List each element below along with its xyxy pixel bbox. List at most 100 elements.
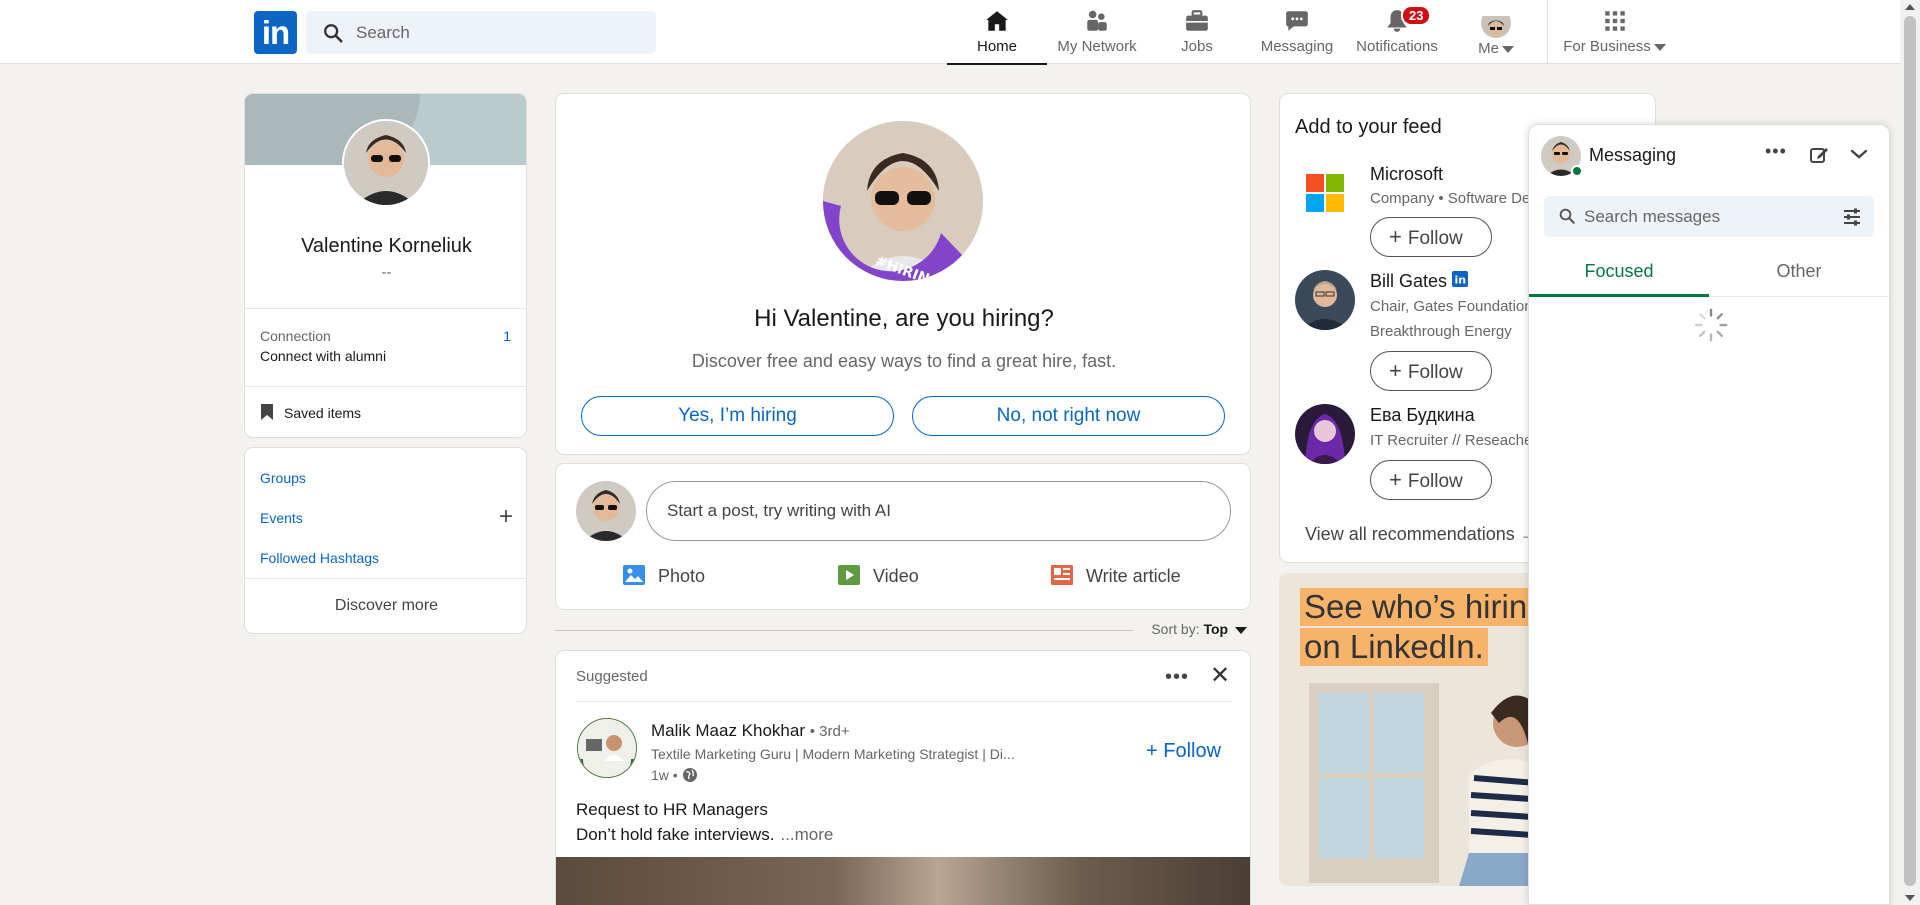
tab-other[interactable]: Other bbox=[1709, 261, 1889, 282]
photo-button[interactable]: Photo bbox=[622, 564, 705, 587]
nav-jobs[interactable]: Jobs bbox=[1147, 0, 1247, 64]
profile-headline: -- bbox=[381, 264, 392, 281]
hiring-subtitle: Discover free and easy ways to find a gr… bbox=[691, 351, 1117, 371]
feed-item-description: Chair, Gates Foundation bbox=[1370, 298, 1533, 315]
see-more-link[interactable]: ...more bbox=[780, 825, 833, 844]
post-author-avatar[interactable] bbox=[577, 718, 637, 778]
composer-avatar[interactable] bbox=[576, 481, 636, 541]
nav-home-label: Home bbox=[976, 38, 1017, 55]
followed-hashtags-link[interactable]: Followed Hashtags bbox=[260, 550, 379, 566]
sort-dropdown[interactable]: Sort by: Top bbox=[1151, 621, 1247, 637]
nav-for-business-label: For Business bbox=[1563, 38, 1651, 55]
view-all-recommendations-link[interactable]: View all recommendations → bbox=[1305, 524, 1538, 545]
plus-icon: + bbox=[1389, 467, 1402, 492]
feed-item-name-text: Bill Gates bbox=[1370, 271, 1448, 291]
plus-icon: + bbox=[1389, 358, 1402, 383]
chevron-down-icon bbox=[1501, 45, 1514, 53]
microsoft-logo[interactable] bbox=[1295, 163, 1355, 223]
divider bbox=[245, 386, 526, 387]
page-scrollbar[interactable] bbox=[1900, 0, 1920, 905]
chevron-down-icon bbox=[1235, 626, 1247, 634]
photo-icon bbox=[623, 565, 645, 585]
notifications-badge: 23 bbox=[1401, 5, 1432, 26]
follow-microsoft-button[interactable]: + Follow bbox=[1370, 217, 1492, 257]
write-article-button[interactable]: Write article bbox=[1050, 564, 1181, 587]
connection-label[interactable]: Connection bbox=[260, 328, 331, 344]
sort-value: Top bbox=[1203, 621, 1229, 637]
events-link[interactable]: Events bbox=[260, 510, 303, 526]
profile-name[interactable]: Valentine Korneliuk bbox=[245, 235, 526, 258]
feed-post: Suggested ••• ✕ Malik Maaz Khokhar • 3rd… bbox=[555, 650, 1251, 905]
nav-messaging[interactable]: Messaging bbox=[1247, 0, 1347, 64]
nav-me[interactable]: Me bbox=[1446, 0, 1546, 64]
chat-icon bbox=[1286, 11, 1308, 31]
saved-items-label: Saved items bbox=[284, 405, 362, 421]
plus-icon: + bbox=[1389, 224, 1402, 249]
post-author-description: Textile Marketing Guru | Modern Marketin… bbox=[651, 746, 1015, 762]
me-avatar bbox=[1481, 8, 1511, 38]
nav-my-network-label: My Network bbox=[1057, 38, 1137, 55]
connect-with-alumni-link[interactable]: Connect with alumni bbox=[260, 348, 386, 364]
author-degree: • 3rd+ bbox=[809, 723, 850, 740]
feed-item-name[interactable]: Microsoft bbox=[1370, 164, 1443, 185]
nav-home[interactable]: Home bbox=[947, 0, 1047, 65]
loading-spinner-icon bbox=[1694, 308, 1728, 342]
post-time: 1w • bbox=[651, 767, 698, 783]
yes-hiring-button[interactable]: Yes, I’m hiring bbox=[581, 396, 894, 436]
feed-item-name[interactable]: Ева Будкина bbox=[1370, 405, 1475, 426]
filter-icon[interactable] bbox=[1842, 207, 1862, 227]
post-text-line-1: Request to HR Managers bbox=[576, 800, 768, 819]
post-author-name[interactable]: Malik Maaz Khokhar • 3rd+ bbox=[651, 721, 850, 741]
eva-budkina-avatar[interactable] bbox=[1295, 404, 1355, 464]
more-options-icon[interactable]: ••• bbox=[1165, 666, 1189, 689]
messages-search-placeholder: Search messages bbox=[1584, 207, 1721, 226]
follow-eva-button[interactable]: + Follow bbox=[1370, 460, 1492, 500]
video-label: Video bbox=[873, 566, 919, 586]
sort-label: Sort by: bbox=[1151, 621, 1200, 637]
add-event-icon[interactable]: + bbox=[499, 503, 513, 531]
sort-bar: Sort by: Top bbox=[555, 621, 1251, 641]
compose-icon[interactable] bbox=[1809, 145, 1829, 165]
nav-for-business[interactable]: For Business bbox=[1562, 0, 1667, 64]
post-image[interactable] bbox=[556, 857, 1250, 905]
saved-items-link[interactable]: Saved items bbox=[260, 403, 361, 421]
profile-avatar[interactable] bbox=[342, 119, 430, 207]
search-input[interactable]: Search bbox=[306, 11, 656, 54]
messages-search-input[interactable]: Search messages bbox=[1544, 196, 1874, 237]
messaging-options-icon[interactable]: ••• bbox=[1765, 141, 1787, 162]
feed-item-description-2: Breakthrough Energy bbox=[1370, 323, 1512, 340]
scrollbar-thumb[interactable] bbox=[1904, 16, 1916, 886]
follow-author-button[interactable]: + Follow bbox=[1146, 740, 1221, 763]
scroll-down-arrow-icon[interactable] bbox=[1905, 895, 1915, 901]
groups-link[interactable]: Groups bbox=[260, 470, 306, 486]
tab-focused[interactable]: Focused bbox=[1529, 261, 1709, 282]
follow-bill-gates-button[interactable]: + Follow bbox=[1370, 351, 1492, 391]
discover-more-button[interactable]: Discover more bbox=[245, 597, 526, 615]
video-button[interactable]: Video bbox=[837, 564, 919, 587]
search-icon bbox=[1559, 208, 1575, 224]
svg-text:in: in bbox=[1455, 274, 1467, 287]
nav-my-network[interactable]: My Network bbox=[1047, 0, 1147, 64]
start-post-input[interactable]: Start a post, try writing with AI bbox=[646, 481, 1231, 541]
close-icon[interactable]: ✕ bbox=[1210, 661, 1230, 690]
write-article-label: Write article bbox=[1086, 566, 1181, 586]
nav-notifications[interactable]: 23 Notifications bbox=[1347, 0, 1447, 64]
chevron-down-icon bbox=[1653, 43, 1666, 51]
feed-card-title: Add to your feed bbox=[1295, 116, 1442, 138]
collapse-chevron-icon[interactable] bbox=[1849, 147, 1869, 161]
article-icon bbox=[1051, 565, 1073, 585]
top-nav: in Search Home My Network Jobs Messaging… bbox=[0, 0, 1900, 65]
connection-count[interactable]: 1 bbox=[503, 328, 511, 344]
nav-me-label: Me bbox=[1478, 40, 1499, 57]
scroll-up-arrow-icon[interactable] bbox=[1905, 4, 1915, 10]
linkedin-logo[interactable]: in bbox=[254, 11, 297, 54]
messaging-title[interactable]: Messaging bbox=[1589, 145, 1676, 166]
follow-label: Follow bbox=[1407, 228, 1463, 249]
bill-gates-avatar[interactable] bbox=[1295, 270, 1355, 330]
post-text-line-2: Don’t hold fake interviews. ...more bbox=[576, 825, 833, 845]
feed-item-name[interactable]: Bill Gates in bbox=[1370, 271, 1469, 292]
globe-icon bbox=[682, 768, 697, 782]
not-now-button[interactable]: No, not right now bbox=[912, 396, 1225, 436]
grid-icon bbox=[1604, 11, 1625, 31]
divider bbox=[576, 701, 1232, 702]
